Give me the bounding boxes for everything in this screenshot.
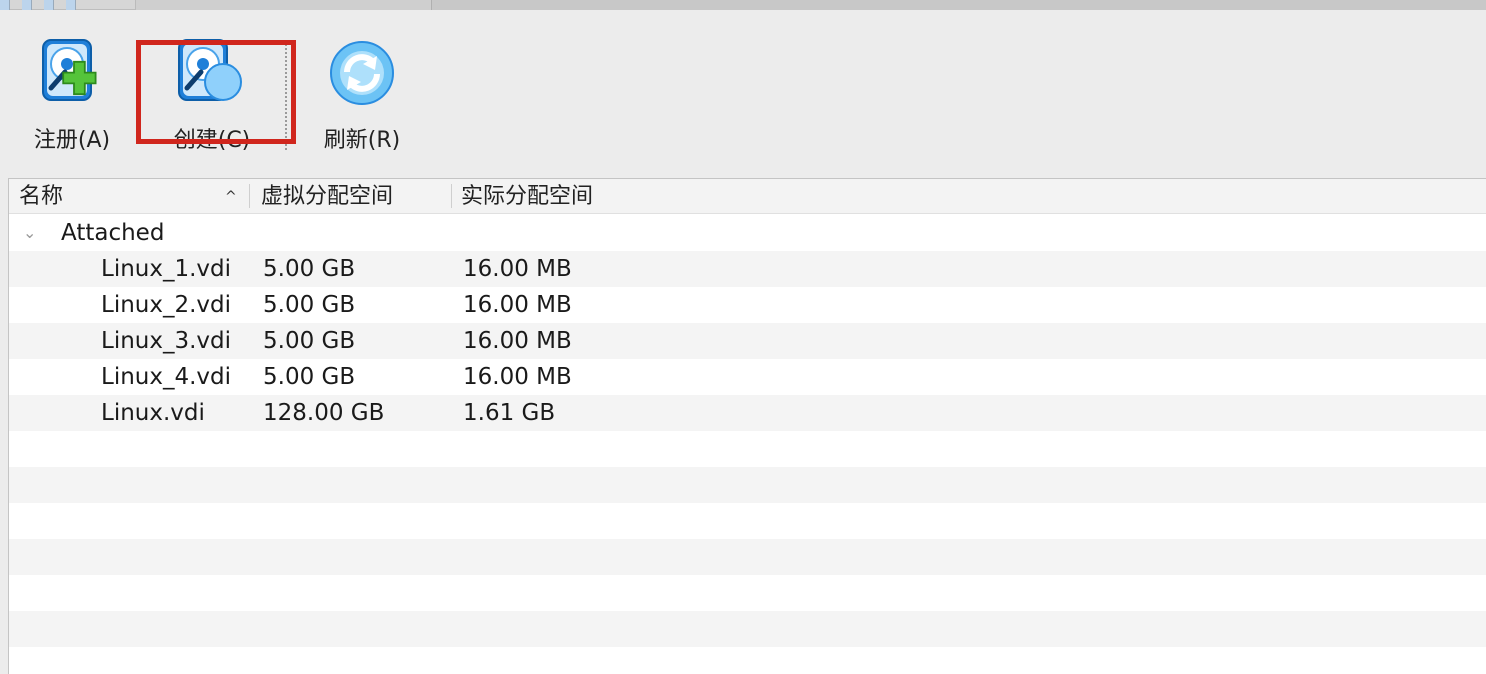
column-divider[interactable] <box>451 184 452 208</box>
media-table: 名称 ^ 虚拟分配空间 实际分配空间 ⌄ Attached Linux_1.vd… <box>8 178 1486 674</box>
cell-actual-size: 16.00 MB <box>463 328 572 354</box>
cell-actual-size: 1.61 GB <box>463 400 556 426</box>
sort-ascending-icon[interactable]: ^ <box>225 183 237 211</box>
empty-row <box>9 611 1486 647</box>
cell-virtual-size: 5.00 GB <box>263 256 356 282</box>
table-header: 名称 ^ 虚拟分配空间 实际分配空间 <box>9 179 1486 214</box>
chevron-down-icon[interactable]: ⌄ <box>23 215 36 251</box>
column-divider[interactable] <box>249 184 250 208</box>
cell-virtual-size: 5.00 GB <box>263 364 356 390</box>
empty-row <box>9 647 1486 674</box>
empty-row <box>9 575 1486 611</box>
cell-actual-size: 16.00 MB <box>463 292 572 318</box>
media-manager-toolbar: 注册(A) 创建(C) 刷新(R) <box>0 10 1486 178</box>
register-label: 注册(A) <box>33 128 111 153</box>
cell-virtual-size: 5.00 GB <box>263 328 356 354</box>
table-row[interactable]: Linux_1.vdi 5.00 GB 16.00 MB <box>9 251 1486 287</box>
create-highlight-box <box>136 40 296 144</box>
window-top-strip <box>0 0 1486 10</box>
empty-row <box>9 431 1486 467</box>
column-header-name[interactable]: 名称 <box>19 181 63 213</box>
cell-actual-size: 16.00 MB <box>463 364 572 390</box>
column-header-virtual-size[interactable]: 虚拟分配空间 <box>261 181 393 213</box>
cell-name: Linux_3.vdi <box>101 328 232 354</box>
cell-virtual-size: 5.00 GB <box>263 292 356 318</box>
window-top-segment <box>431 0 1486 10</box>
column-header-actual-size[interactable]: 实际分配空间 <box>461 181 593 213</box>
empty-row <box>9 467 1486 503</box>
table-row[interactable]: Linux.vdi 128.00 GB 1.61 GB <box>9 395 1486 431</box>
empty-row <box>9 503 1486 539</box>
group-label: Attached <box>61 220 165 246</box>
empty-row <box>9 539 1486 575</box>
table-body: ⌄ Attached Linux_1.vdi 5.00 GB 16.00 MB … <box>9 215 1486 674</box>
table-row[interactable]: Linux_2.vdi 5.00 GB 16.00 MB <box>9 287 1486 323</box>
cell-actual-size: 16.00 MB <box>463 256 572 282</box>
disk-add-icon <box>42 39 97 101</box>
table-row[interactable]: Linux_4.vdi 5.00 GB 16.00 MB <box>9 359 1486 395</box>
refresh-button[interactable]: 刷新(R) <box>312 38 412 154</box>
refresh-icon <box>330 41 394 105</box>
group-row-attached[interactable]: ⌄ Attached <box>9 215 1486 251</box>
cell-name: Linux.vdi <box>101 400 205 426</box>
cell-name: Linux_4.vdi <box>101 364 232 390</box>
cell-virtual-size: 128.00 GB <box>263 400 385 426</box>
table-row[interactable]: Linux_3.vdi 5.00 GB 16.00 MB <box>9 323 1486 359</box>
cell-name: Linux_1.vdi <box>101 256 232 282</box>
window-top-segment <box>135 0 431 10</box>
cell-name: Linux_2.vdi <box>101 292 232 318</box>
window-tab-stubs <box>0 0 78 10</box>
refresh-label: 刷新(R) <box>323 128 401 153</box>
register-button[interactable]: 注册(A) <box>22 38 122 154</box>
